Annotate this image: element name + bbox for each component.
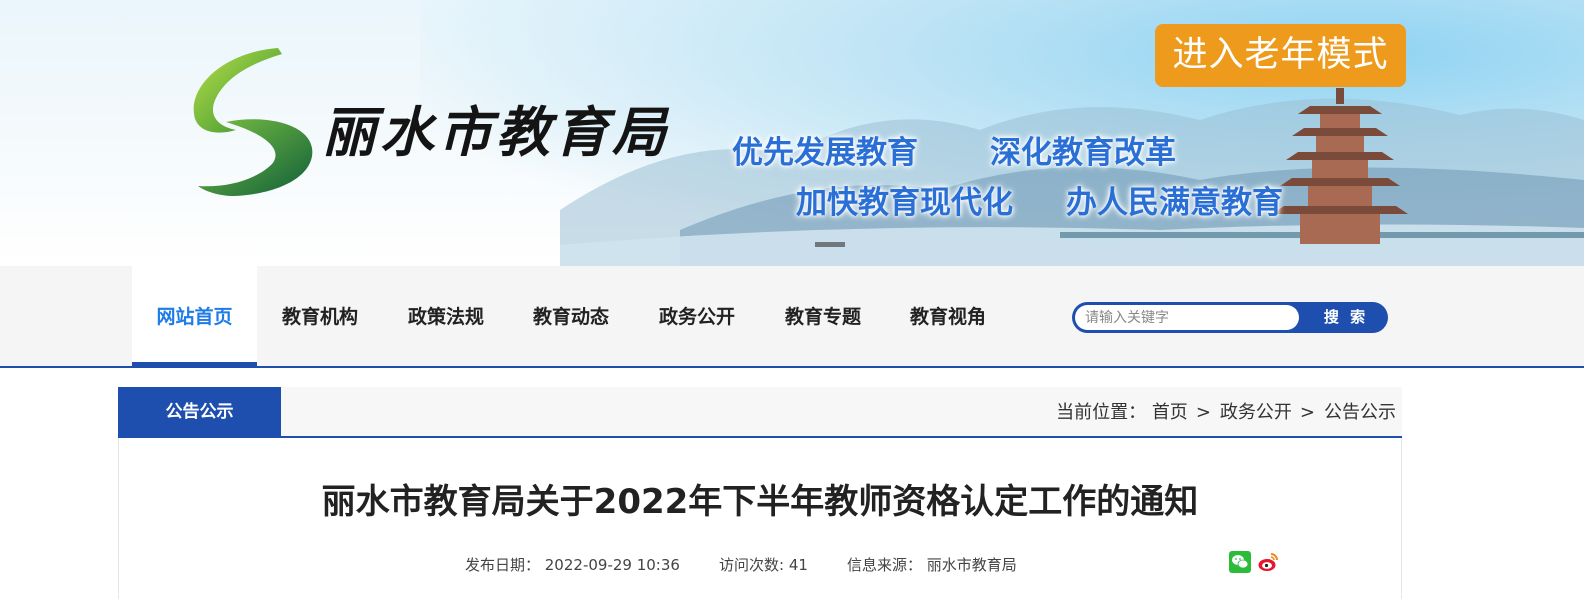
- visit-count: 访问次数: 41: [719, 556, 808, 574]
- breadcrumb-government-affairs[interactable]: 政务公开: [1220, 402, 1292, 423]
- nav-item-policies[interactable]: 政策法规: [384, 266, 508, 366]
- slogan-2: 深化教育改革: [990, 135, 1176, 171]
- search-input[interactable]: [1075, 305, 1299, 330]
- nav-item-government-affairs[interactable]: 政务公开: [635, 266, 759, 366]
- breadcrumb: 当前位置： 首页 > 政务公开 > 公告公示: [1056, 387, 1396, 436]
- search-button[interactable]: 搜 索: [1304, 302, 1388, 333]
- elder-mode-button[interactable]: 进入老年模式: [1155, 24, 1406, 87]
- breadcrumb-separator: >: [1195, 402, 1211, 423]
- weibo-icon[interactable]: [1257, 551, 1279, 573]
- nav-item-topics[interactable]: 教育专题: [761, 266, 885, 366]
- nav-item-institutions[interactable]: 教育机构: [258, 266, 382, 366]
- slogan-1: 优先发展教育: [732, 135, 918, 171]
- site-name: 丽水市教育局: [322, 100, 670, 164]
- wechat-icon[interactable]: [1229, 551, 1251, 573]
- article-panel: 丽水市教育局关于2022年下半年教师资格认定工作的通知 发布日期： 2022-0…: [118, 438, 1402, 599]
- pagoda-illustration: [1272, 88, 1408, 244]
- breadcrumb-home[interactable]: 首页: [1152, 402, 1188, 423]
- breadcrumb-prefix: 当前位置：: [1056, 402, 1147, 423]
- publish-date: 发布日期： 2022-09-29 10:36: [465, 556, 680, 574]
- search-bar: 搜 索: [1072, 302, 1388, 333]
- info-source: 信息来源： 丽水市教育局: [847, 556, 1017, 574]
- article-title: 丽水市教育局关于2022年下半年教师资格认定工作的通知: [321, 482, 1199, 522]
- nav-item-news[interactable]: 教育动态: [509, 266, 633, 366]
- slogan-3: 加快教育现代化: [796, 185, 1013, 221]
- nav-item-perspectives[interactable]: 教育视角: [886, 266, 1010, 366]
- header-banner: 丽水市教育局 优先发展教育 深化教育改革 加快教育现代化 办人民满意教育 进入老…: [0, 0, 1584, 266]
- section-tab[interactable]: 公告公示: [118, 387, 281, 438]
- nav-item-home[interactable]: 网站首页: [132, 266, 257, 366]
- section-header: 公告公示 当前位置： 首页 > 政务公开 > 公告公示: [118, 387, 1402, 438]
- bureau-logo-icon: [193, 48, 313, 196]
- breadcrumb-announcements[interactable]: 公告公示: [1324, 402, 1396, 423]
- breadcrumb-separator: >: [1299, 402, 1315, 423]
- slogan-4: 办人民满意教育: [1066, 185, 1283, 221]
